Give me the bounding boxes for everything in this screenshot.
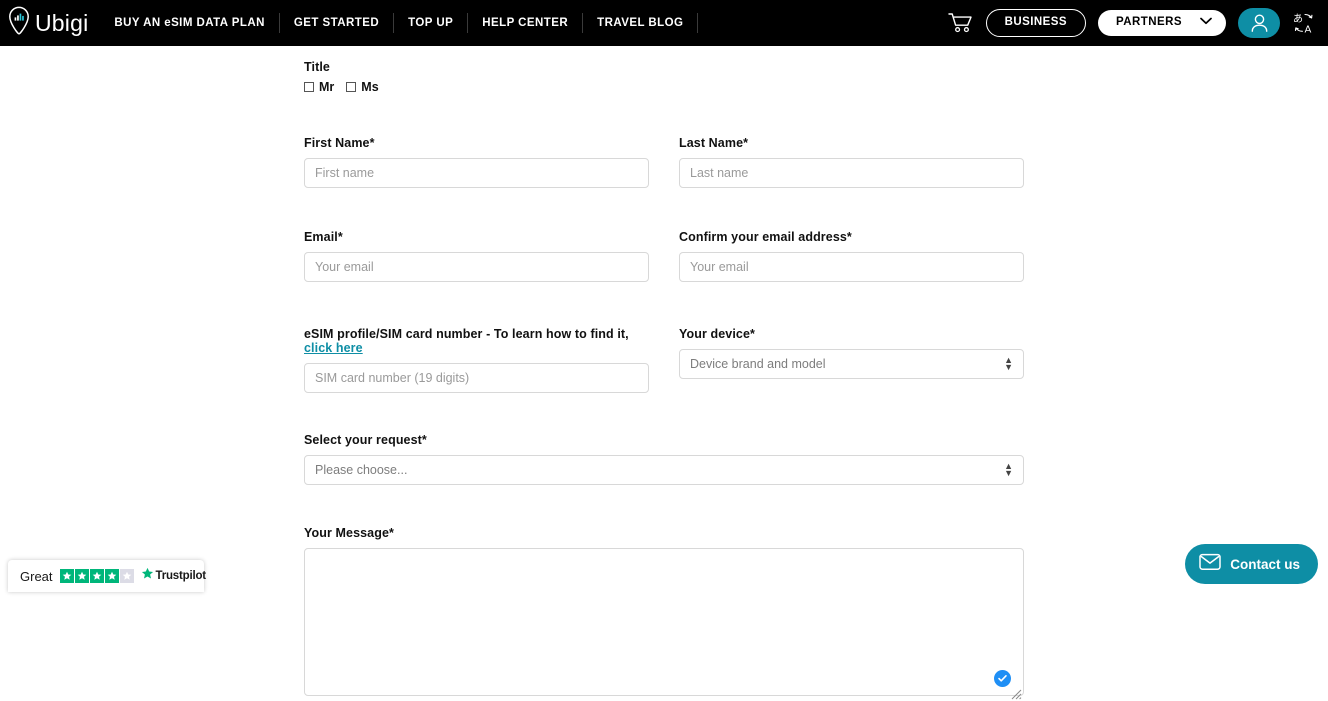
select-arrows-icon: ▲ ▼ (1004, 461, 1013, 478)
language-translate-icon[interactable]: あ A (1292, 11, 1316, 35)
trustpilot-widget[interactable]: Great Trustpilot (8, 560, 206, 592)
svg-text:あ: あ (1293, 13, 1303, 25)
envelope-icon (1199, 553, 1221, 576)
sim-number-input[interactable] (304, 363, 649, 393)
last-name-input[interactable] (679, 158, 1024, 188)
svg-text:A: A (1305, 25, 1312, 36)
title-label: Title (304, 60, 330, 74)
ubigi-logo-text: Ubigi (35, 9, 89, 36)
star-icon-3 (89, 569, 104, 583)
email-row: Email* Confirm your email address* (304, 230, 1024, 282)
message-label: Your Message* (304, 526, 394, 540)
user-account-icon[interactable] (1238, 8, 1280, 38)
device-select-value: Device brand and model (690, 357, 826, 371)
message-textarea[interactable] (304, 548, 1024, 696)
first-name-label: First Name* (304, 136, 375, 150)
sim-number-label-text: eSIM profile/SIM card number - To learn … (304, 327, 629, 341)
request-label: Select your request* (304, 433, 427, 447)
last-name-label: Last Name* (679, 136, 749, 150)
email-label: Email* (304, 230, 343, 244)
navbar-actions: BUSINESS PARTNERS あ A (947, 8, 1318, 38)
partners-label: PARTNERS (1115, 16, 1182, 29)
device-label: Your device* (679, 327, 755, 341)
nav-link-help-center[interactable]: HELP CENTER (468, 13, 584, 33)
contact-us-label: Contact us (1230, 556, 1300, 572)
nav-link-buy-esim-data-plan[interactable]: BUY AN eSIM DATA PLAN (104, 13, 280, 33)
first-name-input[interactable] (304, 158, 649, 188)
confirm-email-label: Confirm your email address* (679, 230, 852, 244)
confirm-email-field: Confirm your email address* (679, 230, 1024, 282)
contact-form: Title Mr Ms First Name* Last Name* (0, 46, 1328, 701)
trustpilot-star-logo-icon (141, 567, 154, 585)
partners-dropdown-button[interactable]: PARTNERS (1097, 10, 1226, 36)
sim-device-row: eSIM profile/SIM card number - To learn … (304, 327, 1024, 393)
ubigi-pin-logo-icon (8, 6, 30, 41)
trustpilot-stars (59, 569, 134, 583)
trustpilot-rating-word: Great (20, 568, 53, 584)
title-option-mr[interactable]: Mr (304, 80, 334, 94)
star-icon-4 (104, 569, 119, 583)
request-select[interactable]: Please choose... ▲ ▼ (304, 455, 1024, 485)
last-name-field: Last Name* (679, 136, 1024, 188)
device-field: Your device* Device brand and model ▲ ▼ (679, 327, 1024, 393)
textarea-resize-handle[interactable] (1010, 688, 1022, 700)
title-option-mr-label: Mr (319, 80, 335, 94)
title-field: Title Mr Ms (304, 60, 1024, 94)
trustpilot-brand-name: Trustpilot (155, 570, 207, 582)
email-field: Email* (304, 230, 649, 282)
checkbox-mr[interactable] (304, 82, 314, 92)
name-row: First Name* Last Name* (304, 136, 1024, 188)
email-input[interactable] (304, 252, 649, 282)
select-arrows-icon: ▲ ▼ (1004, 355, 1013, 372)
contact-us-button[interactable]: Contact us (1185, 544, 1318, 584)
main-nav-links: BUY AN eSIM DATA PLAN GET STARTED TOP UP… (104, 0, 699, 46)
shopping-cart-icon[interactable] (947, 12, 974, 34)
top-navigation-bar: Ubigi BUY AN eSIM DATA PLAN GET STARTED … (0, 0, 1328, 46)
message-textarea-wrapper (304, 548, 1024, 701)
star-icon-1 (59, 569, 74, 583)
nav-link-get-started[interactable]: GET STARTED (280, 13, 395, 33)
title-options: Mr Ms (304, 80, 1024, 94)
sim-number-field: eSIM profile/SIM card number - To learn … (304, 327, 649, 393)
verified-check-badge-icon (994, 670, 1011, 687)
confirm-email-input[interactable] (679, 252, 1024, 282)
first-name-field: First Name* (304, 136, 649, 188)
title-option-ms[interactable]: Ms (346, 80, 379, 94)
nav-link-travel-blog[interactable]: TRAVEL BLOG (583, 13, 699, 33)
title-option-ms-label: Ms (361, 80, 379, 94)
checkbox-ms[interactable] (346, 82, 357, 92)
sim-number-label: eSIM profile/SIM card number - To learn … (304, 327, 649, 355)
request-field: Select your request* Please choose... ▲ ▼ (304, 433, 1024, 485)
ubigi-logo[interactable]: Ubigi (8, 6, 88, 41)
star-icon-5 (119, 569, 134, 583)
star-icon-2 (74, 569, 89, 583)
sim-help-link[interactable]: click here (304, 341, 363, 355)
chevron-down-icon (1200, 17, 1212, 29)
device-select[interactable]: Device brand and model ▲ ▼ (679, 349, 1024, 379)
business-button[interactable]: BUSINESS (985, 9, 1086, 37)
message-field: Your Message* (304, 526, 1024, 701)
trustpilot-brand: Trustpilot (141, 567, 206, 585)
request-select-value: Please choose... (315, 463, 408, 477)
nav-link-top-up[interactable]: TOP UP (394, 13, 469, 33)
